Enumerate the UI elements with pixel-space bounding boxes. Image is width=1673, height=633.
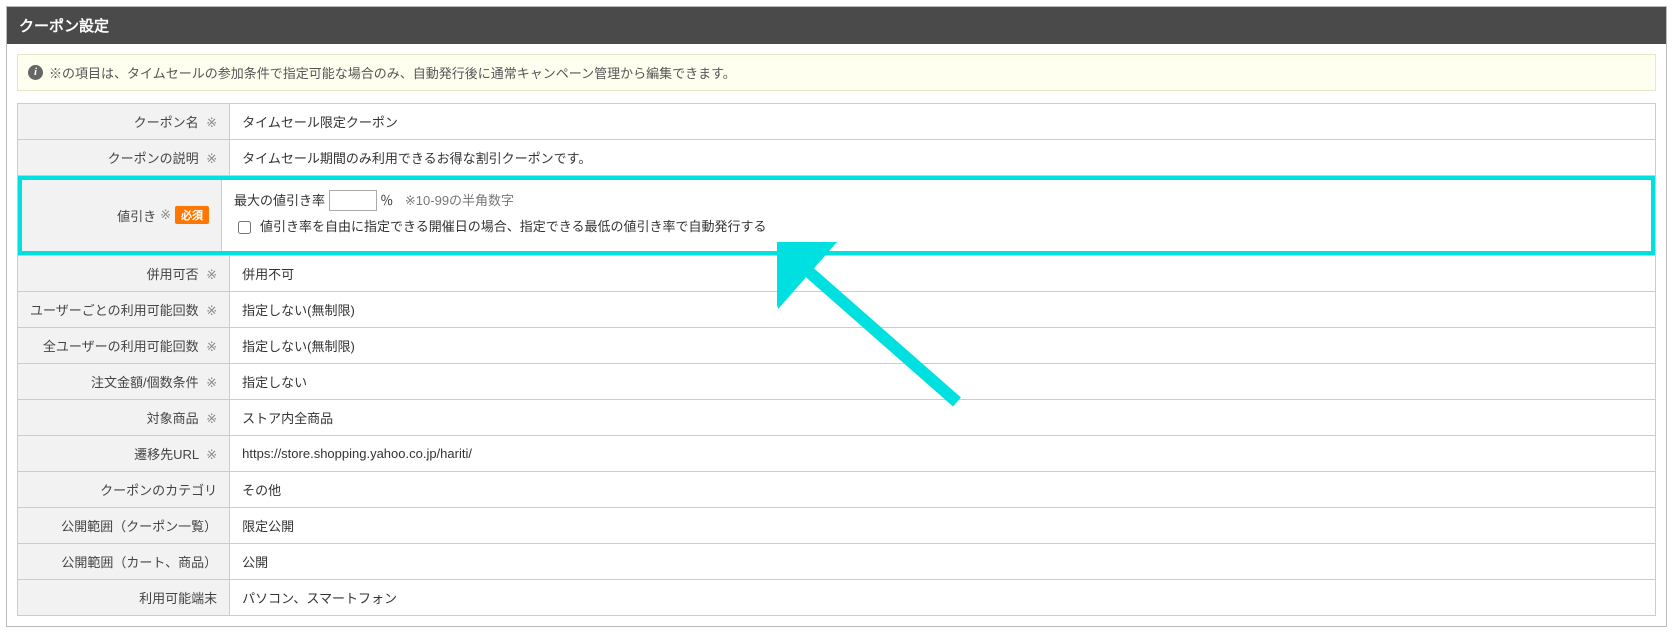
label-order-cond: 注文金額/個数条件 <box>91 375 199 390</box>
value-combinable: 併用不可 <box>230 255 1656 291</box>
row-combinable: 併用可否 ※ 併用不可 <box>18 255 1656 291</box>
value-coupon-name: タイムセール限定クーポン <box>230 104 1656 140</box>
info-message: i ※の項目は、タイムセールの参加条件で指定可能な場合のみ、自動発行後に通常キャ… <box>17 54 1656 91</box>
label-coupon-desc: クーポンの説明 <box>108 151 199 166</box>
discount-auto-issue-checkbox[interactable] <box>238 221 251 234</box>
info-text: ※の項目は、タイムセールの参加条件で指定可能な場合のみ、自動発行後に通常キャンペ… <box>49 63 736 82</box>
editable-mark: ※ <box>206 411 217 426</box>
label-combinable: 併用可否 <box>147 267 199 282</box>
required-badge: 必須 <box>175 206 209 224</box>
editable-mark: ※ <box>206 447 217 462</box>
row-target-items: 対象商品 ※ ストア内全商品 <box>18 399 1656 435</box>
settings-table: クーポン名 ※ タイムセール限定クーポン クーポンの説明 ※ タイムセール期間の… <box>17 103 1656 616</box>
panel-body: i ※の項目は、タイムセールの参加条件で指定可能な場合のみ、自動発行後に通常キャ… <box>7 44 1666 626</box>
value-coupon-desc: タイムセール期間のみ利用できるお得な割引クーポンです。 <box>230 140 1656 176</box>
discount-auto-issue-label[interactable]: 値引き率を自由に指定できる開催日の場合、指定できる最低の値引き率で自動発行する <box>234 214 766 240</box>
row-coupon-name: クーポン名 ※ タイムセール限定クーポン <box>18 104 1656 140</box>
label-discount: 値引き <box>117 206 156 225</box>
discount-rate-input[interactable] <box>329 190 377 211</box>
value-order-cond: 指定しない <box>230 363 1656 399</box>
label-device: 利用可能端末 <box>139 591 217 606</box>
value-per-user-limit: 指定しない(無制限) <box>230 291 1656 327</box>
value-visibility-list: 限定公開 <box>230 507 1656 543</box>
editable-mark: ※ <box>206 115 217 130</box>
label-dest-url: 遷移先URL <box>134 447 199 462</box>
value-coupon-category: その他 <box>230 471 1656 507</box>
editable-mark: ※ <box>206 151 217 166</box>
label-coupon-name: クーポン名 <box>134 115 199 130</box>
label-visibility-cart: 公開範囲（カート、商品） <box>61 555 217 570</box>
discount-unit: ％ <box>380 193 393 208</box>
row-coupon-category: クーポンのカテゴリ その他 <box>18 471 1656 507</box>
row-dest-url: 遷移先URL ※ https://store.shopping.yahoo.co… <box>18 435 1656 471</box>
discount-prefix: 最大の値引き率 <box>234 193 325 208</box>
value-target-items: ストア内全商品 <box>230 399 1656 435</box>
row-coupon-desc: クーポンの説明 ※ タイムセール期間のみ利用できるお得な割引クーポンです。 <box>18 140 1656 176</box>
editable-mark: ※ <box>206 303 217 318</box>
value-visibility-cart: 公開 <box>230 543 1656 579</box>
discount-checkbox-text: 値引き率を自由に指定できる開催日の場合、指定できる最低の値引き率で自動発行する <box>260 214 766 240</box>
value-all-user-limit: 指定しない(無制限) <box>230 327 1656 363</box>
editable-mark: ※ <box>160 207 171 223</box>
label-visibility-list: 公開範囲（クーポン一覧） <box>61 519 217 534</box>
info-icon: i <box>28 65 43 80</box>
row-all-user-limit: 全ユーザーの利用可能回数 ※ 指定しない(無制限) <box>18 327 1656 363</box>
row-per-user-limit: ユーザーごとの利用可能回数 ※ 指定しない(無制限) <box>18 291 1656 327</box>
editable-mark: ※ <box>206 339 217 354</box>
discount-note: ※10-99の半角数字 <box>405 193 514 208</box>
row-discount: 値引き ※ 必須 最大の値引き率 ％ ※10-99の半角数字 <box>18 176 1656 256</box>
row-visibility-list: 公開範囲（クーポン一覧） 限定公開 <box>18 507 1656 543</box>
value-device: パソコン、スマートフォン <box>230 579 1656 615</box>
panel-title: クーポン設定 <box>7 7 1666 44</box>
coupon-settings-panel: クーポン設定 i ※の項目は、タイムセールの参加条件で指定可能な場合のみ、自動発… <box>6 6 1667 627</box>
row-order-cond: 注文金額/個数条件 ※ 指定しない <box>18 363 1656 399</box>
discount-highlight: 値引き ※ 必須 最大の値引き率 ％ ※10-99の半角数字 <box>18 176 1655 255</box>
value-dest-url: https://store.shopping.yahoo.co.jp/harit… <box>230 435 1656 471</box>
editable-mark: ※ <box>206 267 217 282</box>
editable-mark: ※ <box>206 375 217 390</box>
label-target-items: 対象商品 <box>147 411 199 426</box>
label-all-user-limit: 全ユーザーの利用可能回数 <box>43 339 199 354</box>
row-visibility-cart: 公開範囲（カート、商品） 公開 <box>18 543 1656 579</box>
label-per-user-limit: ユーザーごとの利用可能回数 <box>30 303 199 318</box>
label-coupon-category: クーポンのカテゴリ <box>100 483 217 498</box>
row-device: 利用可能端末 パソコン、スマートフォン <box>18 579 1656 615</box>
